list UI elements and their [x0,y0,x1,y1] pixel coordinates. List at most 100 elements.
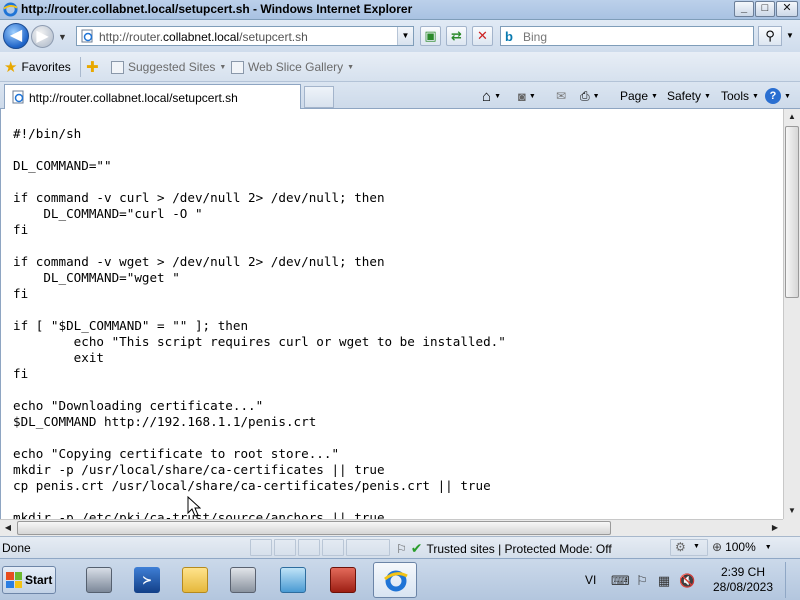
stop-button[interactable]: ✕ [472,26,493,46]
scroll-right-icon[interactable]: ▶ [767,520,783,536]
status-bar: Done ⚐ ✔ Trusted sites | Protected Mode:… [0,536,800,558]
taskbar-app-admin-tools[interactable] [220,562,264,598]
volume-muted-icon[interactable]: 🔇 [679,574,695,588]
script-line: DL_COMMAND="" [13,158,112,173]
clock[interactable]: 2:39 CH 28/08/2023 [708,565,778,595]
scroll-left-icon[interactable]: ◀ [0,520,16,536]
script-text: #!/bin/sh DL_COMMAND="" if command -v curl… [13,126,506,519]
script-line: exit [13,350,104,365]
page-menu[interactable]: Page ▼ [620,87,658,105]
start-button[interactable]: Start [2,566,56,594]
chevron-down-icon: ▼ [219,63,227,71]
script-line: if [ "$DL_COMMAND" = "" ]; then [13,318,249,333]
navigation-bar: ◀ ▶ ▼ http://router.collabnet.local/setu… [0,20,800,52]
network-icon[interactable]: ▦ [657,574,671,588]
chevron-down-icon: ▼ [764,543,772,551]
manage-addons-pane[interactable]: ⚙ ▼ [670,539,708,556]
script-line [13,494,506,510]
start-label: Start [25,573,53,587]
chevron-down-icon: ▼ [651,92,658,100]
taskbar-app-explorer[interactable] [172,562,216,598]
taskbar-app-control-panel[interactable] [270,562,314,598]
explorer-folder-icon [182,567,208,593]
printer-icon: ⎙ [580,88,590,103]
gear-icon: ⚙ [675,540,686,554]
search-icon[interactable]: ⚲ [758,26,782,46]
search-options-dropdown[interactable]: ▼ [784,26,796,46]
security-zone[interactable]: ⚐ ✔ Trusted sites | Protected Mode: Off [396,540,612,557]
favorites-button[interactable]: ★ Favorites [4,58,71,76]
status-text: Done [2,541,31,555]
tab-row: http://router.collabnet.local/setupcert.… [0,82,800,109]
print-button[interactable]: ⎙ ▼ [580,87,600,105]
keyboard-icon[interactable]: ⌨ [611,574,630,588]
help-button[interactable]: ? ▼ [765,87,791,105]
suggested-sites-link[interactable]: Suggested Sites ▼ [111,60,226,74]
page-icon [81,29,93,43]
page-menu-label: Page [620,89,649,103]
suggested-sites-label: Suggested Sites [128,60,216,74]
title-bar: http://router.collabnet.local/setupcert.… [0,0,800,20]
help-icon: ? [765,88,781,104]
horizontal-scrollbar[interactable]: ◀ ▶ [0,519,783,536]
safety-menu-label: Safety [667,89,702,103]
tools-menu-label: Tools [721,89,750,103]
script-line: echo "Copying certificate to root store.… [13,446,340,461]
search-placeholder: Bing [523,30,548,44]
script-line: if command -v wget > /dev/null 2> /dev/n… [13,254,385,269]
taskbar-app-internet-explorer[interactable] [373,562,417,598]
back-button[interactable]: ◀ [3,23,29,49]
feeds-button[interactable]: ◙ ▼ [518,87,536,105]
refresh-button[interactable]: ⇄ [446,26,467,46]
bing-icon: b [505,29,513,44]
language-indicator[interactable]: VI [585,573,596,587]
security-zone-label: Trusted sites | Protected Mode: Off [426,541,612,556]
show-desktop-button[interactable] [785,562,799,598]
close-button[interactable]: ✕ [776,1,798,17]
clock-date: 28/08/2023 [712,580,774,594]
status-pane [274,539,296,556]
script-line: fi [13,286,29,301]
compatibility-view-button[interactable]: ▣ [420,26,441,46]
scroll-down-icon[interactable]: ▼ [784,503,800,519]
clock-time: 2:39 CH [720,565,766,579]
windows-logo-icon [6,572,22,588]
tab-active[interactable]: http://router.collabnet.local/setupcert.… [4,84,301,109]
rss-feed-icon: ◙ [518,88,526,104]
safety-menu[interactable]: Safety ▼ [667,87,711,105]
action-center-flag-icon[interactable]: ⚐ [635,574,649,588]
zoom-level: 100% [725,540,756,554]
web-slice-gallery-link[interactable]: Web Slice Gallery ▼ [231,60,354,74]
scroll-corner [783,519,800,536]
new-tab-button[interactable] [304,86,334,108]
taskbar-app-server-manager[interactable] [76,562,120,598]
page-icon [231,60,244,74]
horizontal-scroll-thumb[interactable] [17,521,611,535]
address-bar[interactable]: http://router.collabnet.local/setupcert.… [76,26,414,46]
server-manager-icon [86,567,112,593]
vertical-scrollbar[interactable]: ▲ ▼ [783,109,800,519]
add-to-favorites-icon[interactable]: ✚ [86,58,106,76]
zoom-control[interactable]: ⊕ 100% ▼ [712,540,772,554]
address-url[interactable]: http://router.collabnet.local/setupcert.… [99,30,308,44]
forward-button[interactable]: ▶ [31,25,54,48]
recent-pages-dropdown[interactable]: ▼ [58,32,67,42]
search-box[interactable]: b Bing [500,26,754,46]
home-button[interactable]: ⌂ ▼ [482,87,501,105]
taskbar-app-toolbox[interactable] [320,562,364,598]
address-dropdown-icon[interactable]: ▼ [397,27,413,45]
script-line: mkdir -p /usr/local/share/ca-certificate… [13,462,385,477]
minimize-button[interactable]: _ [734,1,754,17]
star-icon: ★ [4,58,18,76]
chevron-down-icon: ▼ [752,92,759,100]
read-mail-button[interactable]: ✉ [556,87,566,105]
maximize-button[interactable]: □ [755,1,775,17]
script-line [13,302,506,318]
vertical-scroll-thumb[interactable] [785,126,799,298]
taskbar-app-powershell[interactable]: ≻ [124,562,168,598]
scroll-up-icon[interactable]: ▲ [784,109,800,125]
window-title: http://router.collabnet.local/setupcert.… [21,2,413,16]
mouse-cursor-icon [187,496,201,517]
tools-menu[interactable]: Tools ▼ [721,87,759,105]
back-arrow-icon: ◀ [9,27,23,44]
